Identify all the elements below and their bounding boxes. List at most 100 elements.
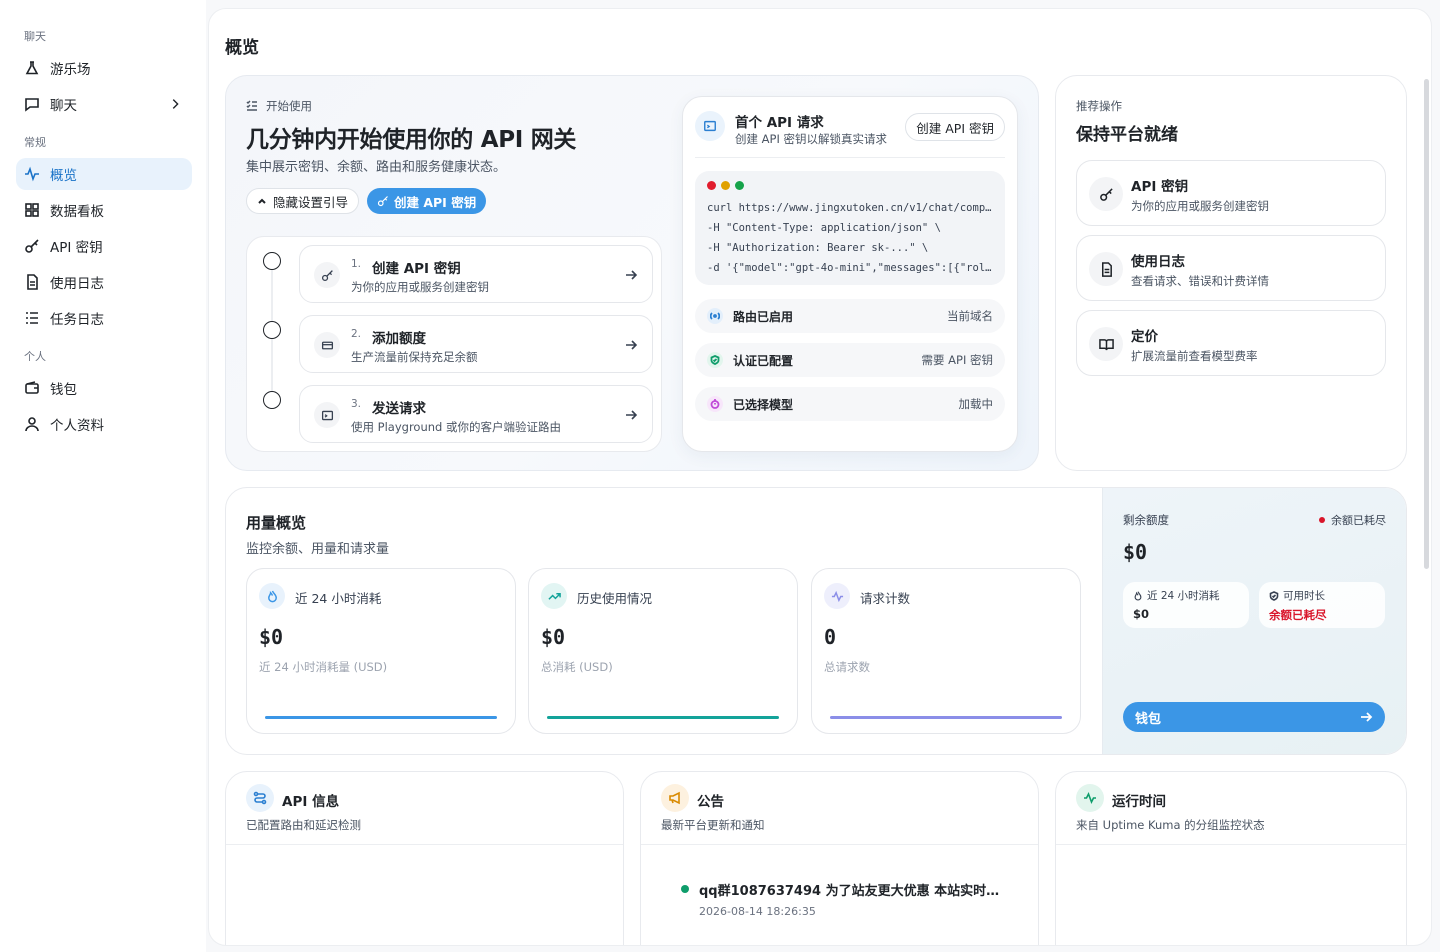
sidebar-item-task-logs[interactable]: 任务日志	[16, 302, 192, 334]
divider	[695, 157, 1005, 158]
step-icon	[314, 332, 340, 358]
box-value: $0	[1133, 607, 1150, 621]
sidebar-item-chat[interactable]: 聊天	[16, 88, 192, 120]
rec-desc: 查看请求、错误和计费详情	[1131, 274, 1269, 288]
metric-desc: 总请求数	[824, 660, 870, 674]
metric-icon	[259, 583, 285, 609]
wallet-button-label: 钱包	[1135, 711, 1162, 727]
wallet-button[interactable]: 钱包	[1123, 702, 1385, 732]
sidebar-item-usage-logs[interactable]: 使用日志	[16, 266, 192, 298]
box-label: 近 24 小时消耗	[1147, 590, 1220, 602]
arrow-right-icon	[626, 410, 638, 420]
status-value: 当前域名	[947, 309, 993, 323]
activity-icon	[25, 166, 39, 182]
hide-guide-button[interactable]: 隐藏设置引导	[246, 188, 360, 214]
window-dots	[707, 181, 993, 190]
document-icon	[27, 274, 38, 290]
flame-icon	[267, 590, 277, 602]
code-line: -d '{"model":"gpt-4o-mini","messages":[{…	[707, 262, 993, 274]
metric-label: 历史使用情况	[577, 591, 653, 606]
sidebar-item-api-keys[interactable]: API 密钥	[16, 230, 192, 262]
key-icon	[1099, 187, 1113, 201]
api-info-card: API 信息 已配置路由和延迟检测	[225, 771, 624, 945]
sidebar-item-overview[interactable]: 概览	[16, 158, 192, 190]
hero-subtitle: 集中展示密钥、余额、路由和服务健康状态。	[246, 160, 507, 175]
step-number: 3.	[351, 398, 362, 410]
box-label: 可用时长	[1283, 590, 1325, 602]
card-desc: 最新平台更新和通知	[661, 818, 765, 832]
step-title: 创建 API 密钥	[372, 261, 461, 277]
status-icon	[707, 352, 723, 368]
metric-bar	[265, 716, 497, 719]
setup-steps: 1. 创建 API 密钥 为你的应用或服务创建密钥 2. 添加额度 生产流量前保…	[246, 236, 662, 452]
step-description: 使用 Playground 或你的客户端验证路由	[351, 420, 561, 434]
chat-icon	[25, 98, 39, 112]
notice-card: 公告 最新平台更新和通知 qq群1087637494 为了站友更大优惠 本站实时…	[640, 771, 1039, 945]
rec-desc: 扩展流量前查看模型费率	[1131, 349, 1258, 363]
recommended-api-keys[interactable]: API 密钥 为你的应用或服务创建密钥	[1076, 160, 1386, 226]
balance-status-badge: 余额已耗尽	[1319, 512, 1386, 528]
getting-started-card: 开始使用 几分钟内开始使用你的 API 网关 集中展示密钥、余额、路由和服务健康…	[225, 75, 1039, 471]
metric-bar	[547, 716, 779, 719]
sidebar: 聊天 游乐场 聊天 常规 概览 数据看板 API 密钥 使用日志 任务日志 个人…	[0, 0, 206, 952]
announcement-item[interactable]: qq群1087637494 为了站友更大优惠 本站实时更新 2026-08-14…	[681, 880, 1001, 918]
chevron-right-icon	[172, 99, 179, 109]
page-title: 概览	[225, 38, 259, 58]
code-line: -H "Content-Type: application/json" \	[707, 222, 941, 234]
recommended-actions-card: 推荐操作 保持平台就绪 API 密钥 为你的应用或服务创建密钥 使用日志 查看请…	[1055, 75, 1407, 471]
recommended-pricing[interactable]: 定价 扩展流量前查看模型费率	[1076, 310, 1386, 376]
step-icon	[314, 262, 340, 288]
metric-request-count: 请求计数 0 总请求数	[811, 568, 1081, 734]
hide-guide-label: 隐藏设置引导	[273, 194, 349, 210]
sidebar-item-dashboard[interactable]: 数据看板	[16, 194, 192, 226]
step-2-card[interactable]: 2. 添加额度 生产流量前保持充足余额	[299, 315, 653, 373]
card-icon	[246, 784, 274, 812]
status-model-row: 已选择模型 加载中	[695, 387, 1005, 421]
rec-desc: 为你的应用或服务创建密钥	[1131, 199, 1269, 213]
rec-title: 使用日志	[1131, 254, 1185, 270]
step-1-checkbox[interactable]	[263, 252, 281, 270]
metric-icon	[541, 583, 567, 609]
scrollbar[interactable]	[1424, 79, 1429, 569]
status-label: 已选择模型	[733, 397, 794, 412]
sidebar-section-chat: 聊天	[24, 30, 46, 43]
key-icon	[377, 196, 388, 207]
trending-up-icon	[547, 592, 561, 600]
step-number: 2.	[351, 328, 362, 340]
sidebar-item-profile[interactable]: 个人资料	[16, 408, 192, 440]
sidebar-item-playground[interactable]: 游乐场	[16, 52, 192, 84]
step-1-card[interactable]: 1. 创建 API 密钥 为你的应用或服务创建密钥	[299, 245, 653, 303]
step-number: 1.	[351, 258, 362, 270]
hero-title: 几分钟内开始使用你的 API 网关	[246, 127, 577, 153]
status-dot	[1319, 517, 1325, 523]
code-line: curl https://www.jingxutoken.cn/v1/chat/…	[707, 202, 993, 214]
balance-duration-box: 可用时长 余额已耗尽	[1259, 582, 1385, 628]
first-request-create-key-button[interactable]: 创建 API 密钥	[905, 113, 1005, 141]
divider	[226, 844, 623, 845]
hero-kicker: 开始使用	[246, 98, 312, 114]
curl-code-block: curl https://www.jingxutoken.cn/v1/chat/…	[695, 171, 1005, 285]
step-2-checkbox[interactable]	[263, 321, 281, 339]
step-3-card[interactable]: 3. 发送请求 使用 Playground 或你的客户端验证路由	[299, 385, 653, 443]
create-api-key-button[interactable]: 创建 API 密钥	[367, 188, 487, 214]
status-auth-row: 认证已配置 需要 API 密钥	[695, 343, 1005, 377]
status-label: 认证已配置	[733, 353, 794, 368]
balance-status-text: 余额已耗尽	[1331, 514, 1386, 527]
recommended-usage-logs[interactable]: 使用日志 查看请求、错误和计费详情	[1076, 235, 1386, 301]
sidebar-item-wallet[interactable]: 钱包	[16, 372, 192, 404]
rec-icon	[1089, 327, 1123, 361]
metric-label: 近 24 小时消耗	[295, 591, 382, 606]
step-icon	[314, 402, 340, 428]
metric-label: 请求计数	[860, 591, 911, 606]
usage-subtitle: 监控余额、用量和请求量	[246, 542, 390, 557]
card-icon	[1076, 784, 1104, 812]
step-description: 为你的应用或服务创建密钥	[351, 280, 489, 294]
key-icon	[321, 269, 333, 281]
card-title: API 信息	[282, 794, 340, 810]
step-3-checkbox[interactable]	[263, 391, 281, 409]
balance-panel: 剩余额度 余额已耗尽 $0 近 24 小时消耗 $0 可用时长 余额已耗尽 钱包	[1102, 488, 1406, 754]
status-icon	[707, 308, 723, 324]
card-title: 运行时间	[1112, 794, 1166, 810]
card-title: 公告	[697, 794, 724, 810]
flame-icon	[1134, 590, 1142, 600]
